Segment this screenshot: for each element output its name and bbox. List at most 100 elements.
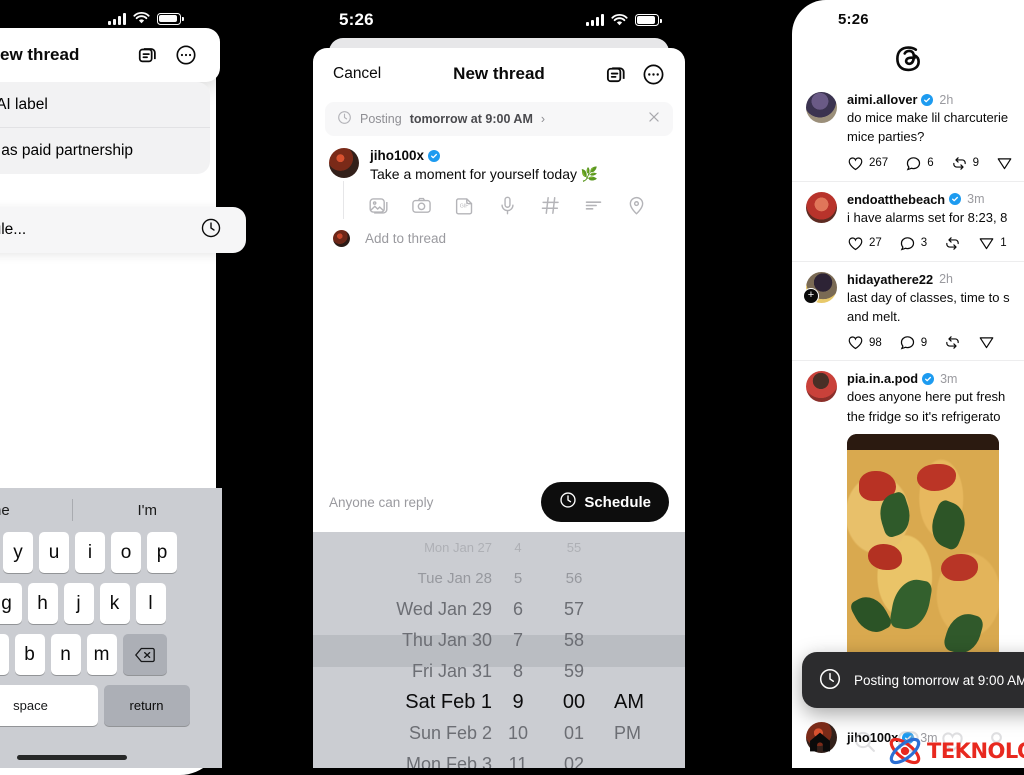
poll-icon[interactable] bbox=[583, 195, 604, 216]
picker-minute-option[interactable]: 01 bbox=[564, 718, 584, 749]
like-action[interactable]: 27 bbox=[847, 235, 882, 252]
photo-icon[interactable] bbox=[368, 195, 389, 216]
gif-icon[interactable]: GIF bbox=[454, 195, 475, 216]
cancel-button[interactable]: Cancel bbox=[333, 65, 381, 83]
picker-hour-selected[interactable]: 9 bbox=[512, 687, 523, 718]
key-g[interactable]: g bbox=[0, 583, 22, 624]
picker-hour-option[interactable]: 7 bbox=[513, 625, 523, 656]
key-h[interactable]: h bbox=[27, 583, 58, 624]
avatar[interactable] bbox=[806, 92, 837, 123]
key-o[interactable]: o bbox=[111, 532, 141, 573]
like-action[interactable]: 98 bbox=[847, 334, 882, 351]
picker-minute-option[interactable]: 59 bbox=[564, 656, 584, 687]
picker-meridiem-option[interactable]: PM bbox=[614, 718, 641, 749]
menu-item-add-ai-label[interactable]: d AI label bbox=[0, 82, 210, 128]
camera-icon[interactable] bbox=[411, 195, 432, 216]
key-i[interactable]: i bbox=[75, 532, 105, 573]
reply-action[interactable]: 3 bbox=[899, 235, 927, 252]
picker-date-option[interactable]: Mon Jan 27 bbox=[424, 532, 492, 563]
avatar[interactable] bbox=[806, 191, 837, 223]
picker-hour-option[interactable]: 10 bbox=[508, 718, 528, 749]
more-options-icon[interactable] bbox=[174, 43, 198, 67]
key-p[interactable]: p bbox=[147, 532, 177, 573]
post-username[interactable]: aimi.allover bbox=[847, 92, 917, 107]
add-to-thread-row[interactable]: Add to thread bbox=[313, 216, 685, 247]
picker-hour-option[interactable]: 11 bbox=[509, 749, 528, 768]
avatar[interactable]: + bbox=[803, 271, 837, 304]
schedule-toast[interactable]: Posting tomorrow at 9:00 AM bbox=[802, 652, 1024, 708]
prediction-2[interactable]: I'm bbox=[73, 502, 223, 519]
hashtag-icon[interactable] bbox=[540, 195, 561, 216]
key-n[interactable]: n bbox=[50, 634, 81, 675]
picker-date-option[interactable]: Fri Jan 31 bbox=[412, 656, 492, 687]
share-action[interactable] bbox=[978, 334, 995, 351]
post-username[interactable]: endoatthebeach bbox=[847, 192, 945, 207]
reply-action[interactable]: 6 bbox=[905, 155, 934, 172]
datetime-picker[interactable]: Mon Jan 27 Tue Jan 28 Wed Jan 29 Thu Jan… bbox=[313, 532, 685, 768]
picker-date-option[interactable]: Wed Jan 29 bbox=[396, 594, 492, 625]
picker-hour-option[interactable]: 4 bbox=[514, 532, 521, 563]
picker-wheel-minute[interactable]: 55 56 57 58 59 00 01 02 03 04 05 bbox=[544, 532, 604, 768]
feed-post[interactable]: endoatthebeach 3m i have alarms set for … bbox=[792, 182, 1024, 262]
key-m[interactable]: m bbox=[86, 634, 117, 675]
post-username[interactable]: pia.in.a.pod bbox=[847, 371, 918, 386]
like-action[interactable]: 267 bbox=[847, 155, 888, 172]
key-y[interactable]: y bbox=[3, 532, 33, 573]
microphone-icon[interactable] bbox=[497, 195, 518, 216]
share-action[interactable] bbox=[996, 155, 1013, 172]
picker-minute-option[interactable]: 58 bbox=[564, 625, 584, 656]
key-u[interactable]: u bbox=[39, 532, 69, 573]
feed-post[interactable]: aimi.allover 2h do mice make lil charcut… bbox=[792, 82, 1024, 182]
schedule-banner[interactable]: Posting tomorrow at 9:00 AM › bbox=[325, 102, 673, 136]
picker-hour-option[interactable]: 8 bbox=[513, 656, 523, 687]
key-v[interactable]: v bbox=[0, 634, 9, 675]
picker-hour-option[interactable]: 6 bbox=[513, 594, 523, 625]
search-icon[interactable] bbox=[852, 729, 877, 759]
prediction-1[interactable]: The bbox=[0, 502, 72, 519]
picker-meridiem-selected[interactable]: AM bbox=[614, 687, 644, 718]
reply-policy-label[interactable]: Anyone can reply bbox=[329, 495, 433, 510]
compose-text[interactable]: Take a moment for yourself today 🌿 bbox=[370, 166, 671, 183]
menu-item-mark-as-paid-partnership[interactable]: rk as paid partnership bbox=[0, 128, 210, 174]
repost-action[interactable] bbox=[944, 334, 961, 351]
picker-date-selected[interactable]: Sat Feb 1 bbox=[405, 687, 492, 718]
picker-wheel-hour[interactable]: 4 5 6 7 8 9 10 11 12 1 2 bbox=[492, 532, 544, 768]
menu-item-schedule[interactable]: dule... bbox=[0, 207, 246, 253]
home-icon[interactable] bbox=[807, 729, 833, 760]
repost-action[interactable]: 9 bbox=[951, 155, 979, 172]
schedule-button[interactable]: Schedule bbox=[541, 482, 669, 522]
key-j[interactable]: j bbox=[63, 583, 94, 624]
repost-action[interactable] bbox=[944, 235, 961, 252]
avatar[interactable] bbox=[806, 371, 837, 403]
picker-minute-option[interactable]: 02 bbox=[564, 749, 584, 768]
reply-action[interactable]: 9 bbox=[899, 334, 927, 351]
feed-post[interactable]: pia.in.a.pod 3m does anyone here put fre… bbox=[792, 361, 1024, 673]
key-b[interactable]: b bbox=[14, 634, 45, 675]
picker-wheel-meridiem[interactable]: AM PM bbox=[604, 532, 682, 768]
key-k[interactable]: k bbox=[99, 583, 130, 624]
home-indicator[interactable] bbox=[17, 755, 127, 760]
space-key[interactable]: space bbox=[0, 685, 98, 726]
post-username[interactable]: hidayathere22 bbox=[847, 272, 933, 287]
picker-date-option[interactable]: Tue Jan 28 bbox=[418, 563, 493, 594]
picker-date-option[interactable]: Sun Feb 2 bbox=[409, 718, 492, 749]
more-options-icon[interactable] bbox=[641, 62, 665, 86]
picker-hour-option[interactable]: 5 bbox=[514, 563, 522, 594]
key-l[interactable]: l bbox=[135, 583, 166, 624]
picker-minute-option[interactable]: 57 bbox=[564, 594, 584, 625]
add-follow-icon[interactable]: + bbox=[803, 287, 819, 304]
picker-wheel-date[interactable]: Mon Jan 27 Tue Jan 28 Wed Jan 29 Thu Jan… bbox=[316, 532, 492, 768]
picker-minute-selected[interactable]: 00 bbox=[563, 687, 585, 718]
copy-thread-icon[interactable] bbox=[136, 43, 160, 67]
picker-date-option[interactable]: Thu Jan 30 bbox=[402, 625, 492, 656]
close-icon[interactable] bbox=[647, 110, 661, 129]
picker-minute-option[interactable]: 56 bbox=[566, 563, 583, 594]
copy-thread-icon[interactable] bbox=[604, 62, 628, 86]
location-icon[interactable] bbox=[626, 195, 647, 216]
return-key[interactable]: return bbox=[103, 685, 190, 726]
picker-minute-option[interactable]: 55 bbox=[567, 532, 581, 563]
pizza-photo[interactable] bbox=[847, 433, 999, 664]
feed-post[interactable]: + hidayathere22 2h last day of classes, … bbox=[792, 262, 1024, 362]
share-action[interactable]: 1 bbox=[978, 235, 1007, 252]
picker-date-option[interactable]: Mon Feb 3 bbox=[406, 749, 492, 768]
